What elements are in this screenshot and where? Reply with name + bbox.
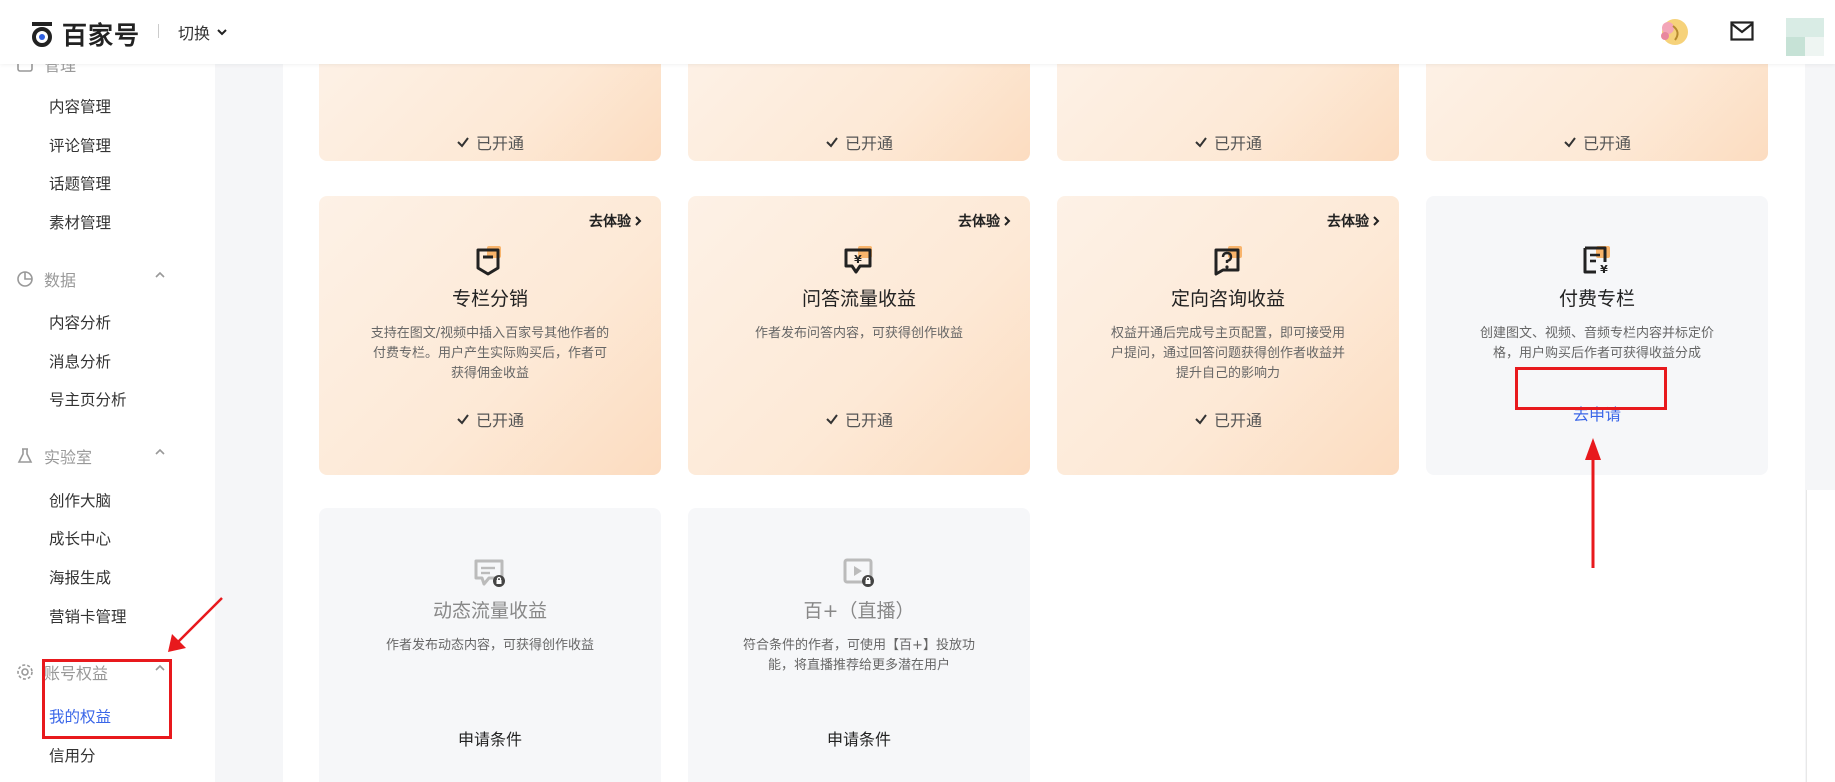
sidebar-group-lab[interactable]: 实验室 xyxy=(16,444,166,468)
rights-card: 已开通 xyxy=(319,54,661,161)
try-link[interactable]: 去体验 xyxy=(589,211,643,231)
sidebar-item-message-analysis[interactable]: 消息分析 xyxy=(49,350,111,372)
chevron-down-icon xyxy=(217,29,227,36)
annotation-highlight-box xyxy=(1515,367,1667,410)
card-description: 作者发布问答内容，可获得创作收益 xyxy=(754,326,963,341)
settings-icon xyxy=(17,664,33,680)
card-description: 创建图文、视频、音频专栏内容并标定价格，用户购买后作者可获得收益分成 xyxy=(1479,326,1714,361)
sidebar-item-poster-generate[interactable]: 海报生成 xyxy=(49,566,111,588)
card-title: 专栏分销 xyxy=(451,288,528,310)
annotation-arrow xyxy=(1585,438,1601,568)
sidebar-item-material-manage[interactable]: 素材管理 xyxy=(49,211,111,233)
status-label: 已开通 xyxy=(1057,130,1399,154)
card-title: 付费专栏 xyxy=(1558,288,1635,310)
sidebar-item-homepage-analysis[interactable]: 号主页分析 xyxy=(49,388,127,410)
sidebar-item-content-analysis[interactable]: 内容分析 xyxy=(49,311,111,333)
sidebar-item-marketing-card[interactable]: 营销卡管理 xyxy=(49,605,127,627)
card-description: 作者发布动态内容，可获得创作收益 xyxy=(385,638,594,653)
user-avatar-icon[interactable] xyxy=(1655,14,1691,50)
rights-card-paid-column: ¥ 付费专栏 创建图文、视频、音频专栏内容并标定价格，用户购买后作者可获得收益分… xyxy=(1426,196,1768,475)
chevron-right-icon xyxy=(1004,216,1011,226)
flask-icon xyxy=(17,448,33,463)
sidebar: 管理 内容管理 评论管理 话题管理 素材管理 数据 内容分析 消息分析 号主页分… xyxy=(0,64,215,782)
card-description: 符合条件的作者，可使用【百+】投放功能，将直播推荐给更多潜在用户 xyxy=(743,638,975,673)
sidebar-item-credit-score[interactable]: 信用分 xyxy=(49,744,96,766)
status-label: 已开通 xyxy=(319,130,661,154)
status-label: 已开通 xyxy=(319,407,661,431)
card-title: 问答流量收益 xyxy=(801,288,916,310)
mail-icon[interactable] xyxy=(1730,21,1754,41)
paid-column-icon: ¥ xyxy=(1583,246,1610,276)
rights-card: 已开通 xyxy=(1426,54,1768,161)
check-icon xyxy=(457,137,469,148)
locked-live-icon xyxy=(843,558,874,587)
card-title: 动态流量收益 xyxy=(432,600,547,622)
check-icon xyxy=(826,137,838,148)
locked-dynamic-icon xyxy=(474,559,505,587)
check-icon xyxy=(1564,137,1576,148)
brand-logo[interactable]: 百家号 xyxy=(30,16,140,52)
svg-text:¥: ¥ xyxy=(854,253,862,266)
rights-card-qa-traffic: 去体验 ¥ 问答流量收益 作者发布问答内容，可获得创作收益 已开通 xyxy=(688,196,1030,475)
annotation-arrow xyxy=(168,597,223,652)
status-label: 已开通 xyxy=(1057,407,1399,431)
rights-card-dynamic-traffic: 动态流量收益 作者发布动态内容，可获得创作收益 申请条件 xyxy=(319,508,661,782)
sidebar-group-label: 数据 xyxy=(44,271,77,290)
card-title: 百+（直播） xyxy=(803,600,915,622)
rights-card: 已开通 xyxy=(688,54,1030,161)
main-content: 已开通 已开通 已开通 已开通 去体验 专栏分销 支持在图文/视频中插入百家号其… xyxy=(283,54,1805,782)
header-divider xyxy=(158,24,159,38)
qa-revenue-icon: ¥ xyxy=(844,246,872,274)
sidebar-item-comment-manage[interactable]: 评论管理 xyxy=(49,134,111,156)
svg-text:¥: ¥ xyxy=(1600,263,1608,276)
switch-label: 切换 xyxy=(178,24,211,43)
rights-card: 已开通 xyxy=(1057,54,1399,161)
card-description: 权益开通后完成号主页配置，即可接受用户提问，通过回答问题获得创作者收益并提升自己… xyxy=(1110,326,1345,381)
chevron-right-icon xyxy=(635,216,642,226)
check-icon xyxy=(1195,137,1207,148)
check-icon xyxy=(457,414,469,425)
status-label: 已开通 xyxy=(688,407,1030,431)
switch-account-button[interactable]: 切换 xyxy=(178,20,228,44)
sidebar-group-label: 实验室 xyxy=(44,448,93,467)
check-icon xyxy=(826,414,838,425)
apply-conditions-link[interactable]: 申请条件 xyxy=(319,726,661,750)
baijiahao-logo-icon xyxy=(32,22,52,47)
rights-card-column-distribution: 去体验 专栏分销 支持在图文/视频中插入百家号其他作者的付费专栏。用户产生实际购… xyxy=(319,196,661,475)
check-icon xyxy=(1195,414,1207,425)
floating-side-panel[interactable] xyxy=(1806,490,1835,782)
top-bar: 百家号 切换 xyxy=(0,0,1835,64)
consult-question-icon xyxy=(1214,246,1242,276)
annotation-highlight-box xyxy=(42,659,172,739)
sidebar-item-creative-brain[interactable]: 创作大脑 xyxy=(49,489,111,511)
chevron-right-icon xyxy=(1373,216,1380,226)
card-title: 定向咨询收益 xyxy=(1170,288,1285,310)
status-label: 已开通 xyxy=(688,130,1030,154)
try-link[interactable]: 去体验 xyxy=(958,211,1012,231)
manage-icon xyxy=(17,64,33,72)
sidebar-group-data[interactable]: 数据 xyxy=(16,267,166,291)
sidebar-group-label: 管理 xyxy=(44,64,77,75)
profile-thumbnail-icon[interactable] xyxy=(1786,18,1824,56)
card-description: 支持在图文/视频中插入百家号其他作者的付费专栏。用户产生实际购买后，作者可获得佣… xyxy=(370,326,610,381)
rights-card-directed-consult: 去体验 定向咨询收益 权益开通后完成号主页配置，即可接受用户提问，通过回答问题获… xyxy=(1057,196,1399,475)
pie-chart-icon xyxy=(17,271,33,287)
rights-card-live-plus: 百+（直播） 符合条件的作者，可使用【百+】投放功能，将直播推荐给更多潜在用户 … xyxy=(688,508,1030,782)
sidebar-group-manage[interactable]: 管理 xyxy=(16,64,166,76)
brand-name: 百家号 xyxy=(62,21,141,50)
apply-conditions-link[interactable]: 申请条件 xyxy=(688,726,1030,750)
chevron-up-icon xyxy=(155,448,165,455)
sidebar-item-content-manage[interactable]: 内容管理 xyxy=(49,95,111,117)
column-distribution-icon xyxy=(476,246,501,276)
status-label: 已开通 xyxy=(1426,130,1768,154)
try-link[interactable]: 去体验 xyxy=(1327,211,1381,231)
sidebar-item-growth-center[interactable]: 成长中心 xyxy=(49,527,111,549)
sidebar-item-topic-manage[interactable]: 话题管理 xyxy=(49,172,111,194)
chevron-up-icon xyxy=(155,271,165,278)
